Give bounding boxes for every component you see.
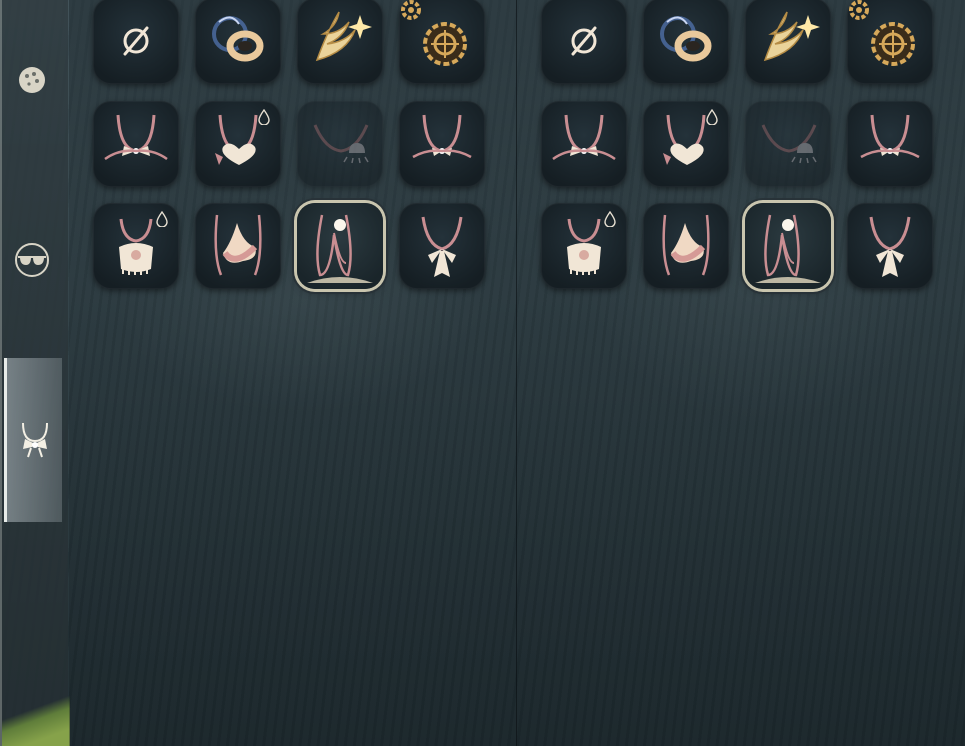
tooth-pendant-icon	[214, 214, 262, 276]
category-neckwear[interactable]	[4, 358, 62, 522]
inventory-slot[interactable]	[297, 203, 383, 289]
inventory-slot[interactable]	[195, 0, 281, 84]
tooth-pendant-icon	[662, 214, 710, 276]
inventory-slot[interactable]	[745, 101, 831, 187]
inventory-slot[interactable]	[297, 0, 383, 84]
pearl-pendant-icon	[755, 214, 821, 283]
face-paint-icon	[18, 67, 45, 93]
glasses-icon	[14, 243, 49, 277]
inventory-slot[interactable]	[745, 203, 831, 289]
category-glasses[interactable]	[4, 235, 59, 285]
inventory-slot[interactable]	[847, 203, 933, 289]
none-symbol-icon	[571, 26, 597, 56]
gear-badge-icon	[849, 0, 869, 20]
inventory-slot[interactable]	[399, 101, 485, 187]
inventory-slot[interactable]	[847, 101, 933, 187]
none-symbol-icon	[123, 26, 149, 56]
ribbon-necklace-icon	[412, 114, 472, 159]
inventory-slot[interactable]	[541, 203, 627, 289]
inventory-slot[interactable]	[195, 101, 281, 187]
sailor-tie-icon	[869, 216, 911, 277]
inventory-slot[interactable]	[643, 203, 729, 289]
headphones-icon	[212, 16, 264, 62]
inventory-slot[interactable]	[643, 0, 729, 84]
inventory-slot[interactable]	[643, 101, 729, 187]
inventory-slot[interactable]	[195, 203, 281, 289]
dye-droplet-icon	[156, 211, 168, 227]
dye-droplet-icon	[258, 109, 270, 125]
category-face[interactable]	[4, 55, 59, 105]
sailor-tie-icon	[421, 216, 463, 277]
bow-necklace-icon	[552, 114, 616, 161]
wings-icon	[763, 11, 820, 62]
category-sidebar	[0, 0, 70, 746]
bow-necklace-icon	[104, 114, 168, 161]
inventory-slot[interactable]	[847, 0, 933, 84]
inventory-slot[interactable]	[399, 0, 485, 84]
ribbon-necklace-icon	[860, 114, 920, 159]
wings-icon	[315, 11, 372, 62]
inventory-slot[interactable]	[93, 101, 179, 187]
inventory-slot[interactable]	[399, 203, 485, 289]
gear-badge-icon	[401, 0, 421, 20]
inventory-slot[interactable]	[93, 203, 179, 289]
headphones-icon	[660, 16, 712, 62]
inventory-slot[interactable]	[541, 0, 627, 84]
inventory-slot[interactable]	[745, 0, 831, 84]
grass-patch	[2, 686, 70, 746]
inventory-slot[interactable]	[93, 0, 179, 84]
neckwear-icon	[21, 422, 48, 458]
dye-droplet-icon	[706, 109, 718, 125]
bell-collar-icon	[313, 124, 369, 164]
inventory-slot[interactable]	[297, 101, 383, 187]
dye-droplet-icon	[604, 211, 616, 227]
pearl-pendant-icon	[307, 214, 373, 283]
inventory-slot[interactable]	[541, 101, 627, 187]
bell-collar-icon	[761, 124, 817, 164]
